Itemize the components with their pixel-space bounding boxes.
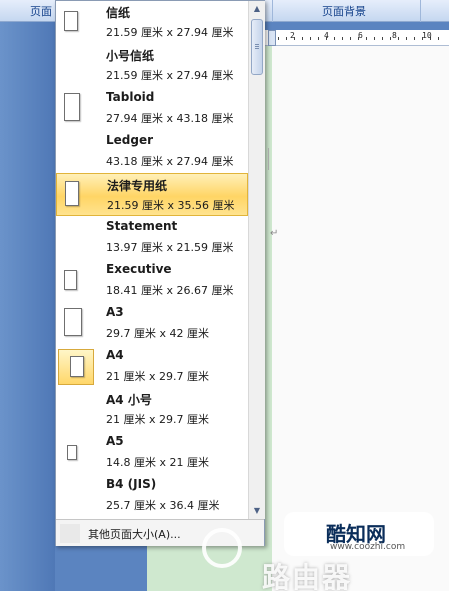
menu-scrollbar[interactable]: ▲ ▼: [248, 1, 265, 519]
portrait-page-icon: [70, 356, 84, 377]
portrait-page-icon: [64, 11, 78, 31]
page-size-item-a5[interactable]: A5 14.8 厘米 x 21 厘米: [56, 431, 248, 474]
page-size-dims: 21 厘米 x 29.7 厘米: [106, 413, 209, 426]
ribbon-separator: [420, 0, 421, 22]
paragraph-mark-icon: ↵: [270, 228, 279, 239]
page-size-item-tabloid[interactable]: Tabloid 27.94 厘米 x 43.18 厘米: [56, 87, 248, 130]
scroll-thumb[interactable]: [251, 19, 263, 75]
page-size-item-legal[interactable]: 法律专用纸 21.59 厘米 x 35.56 厘米: [56, 173, 248, 216]
page-size-item-ledger[interactable]: Ledger 43.18 厘米 x 27.94 厘米: [56, 130, 248, 173]
page-size-item-a4-small[interactable]: A4 小号 21 厘米 x 29.7 厘米: [56, 388, 248, 431]
portrait-page-icon: [64, 93, 80, 121]
ruler-number: 4: [324, 31, 329, 40]
page-size-name: Executive: [106, 262, 172, 276]
page-size-name: A4 小号: [106, 393, 152, 407]
watermark-big-text: 路由器: [262, 561, 353, 591]
text-cursor: [268, 148, 269, 170]
scroll-grip-icon: [255, 44, 259, 45]
page-size-name: 信纸: [106, 6, 131, 20]
portrait-page-icon: [64, 308, 82, 336]
watermark: 酷知网 www.coozhi.com 路由器: [200, 500, 449, 591]
scroll-up-arrow-icon[interactable]: ▲: [249, 1, 265, 17]
page-size-name: A3: [106, 305, 124, 319]
page-size-dims: 18.41 厘米 x 26.67 厘米: [106, 284, 234, 297]
page-size-name: Ledger: [106, 133, 154, 147]
page-size-name: Statement: [106, 219, 178, 233]
page-size-name: 小号信纸: [106, 49, 155, 63]
portrait-page-icon: [65, 181, 79, 206]
page-size-item-letter[interactable]: 信纸 21.59 厘米 x 27.94 厘米: [56, 1, 248, 44]
page-size-name: Tabloid: [106, 90, 155, 104]
page-size-dims: 13.97 厘米 x 21.59 厘米: [106, 241, 234, 254]
horizontal-ruler[interactable]: 2 4 6 8 10: [262, 30, 449, 46]
watermark-logo-icon: [202, 528, 242, 568]
page-size-dims: 21.59 厘米 x 27.94 厘米: [106, 26, 234, 39]
page-size-item-small-letter[interactable]: 小号信纸 21.59 厘米 x 27.94 厘米: [56, 44, 248, 87]
indent-marker-icon[interactable]: [268, 30, 276, 46]
page-size-item-statement[interactable]: Statement 13.97 厘米 x 21.59 厘米: [56, 216, 248, 259]
page-size-dims: 21.59 厘米 x 35.56 厘米: [107, 199, 235, 212]
ruler-number: 8: [392, 31, 397, 40]
page-size-dims: 29.7 厘米 x 42 厘米: [106, 327, 209, 340]
page-size-dims: 21 厘米 x 29.7 厘米: [106, 370, 209, 383]
portrait-page-icon: [64, 270, 77, 290]
menu-icon-gutter: [60, 524, 80, 543]
page-size-name: A4: [106, 348, 124, 362]
page-size-item-a4[interactable]: A4 21 厘米 x 29.7 厘米: [56, 345, 248, 388]
page-size-dims: 43.18 厘米 x 27.94 厘米: [106, 155, 234, 168]
ribbon-group-page-background[interactable]: 页面背景: [322, 3, 366, 19]
page-size-dims: 27.94 厘米 x 43.18 厘米: [106, 112, 234, 125]
more-page-sizes-label: 其他页面大小(A)...: [88, 528, 181, 541]
page-size-item-executive[interactable]: Executive 18.41 厘米 x 26.67 厘米: [56, 259, 248, 302]
ruler-number: 10: [422, 31, 432, 40]
watermark-url: www.coozhi.com: [330, 542, 406, 552]
ribbon-separator: [272, 0, 273, 22]
page-size-dims: 21.59 厘米 x 27.94 厘米: [106, 69, 234, 82]
ribbon-group-page-setup[interactable]: 页面: [30, 3, 52, 19]
page-size-dropdown: 信纸 21.59 厘米 x 27.94 厘米 小号信纸 21.59 厘米 x 2…: [55, 0, 265, 546]
page-size-name: 法律专用纸: [107, 179, 168, 193]
page-size-dims: 14.8 厘米 x 21 厘米: [106, 456, 209, 469]
ruler-number: 6: [358, 31, 363, 40]
page-size-item-a3[interactable]: A3 29.7 厘米 x 42 厘米: [56, 302, 248, 345]
portrait-page-icon: [67, 445, 77, 460]
page-size-name: A5: [106, 434, 124, 448]
ruler-number: 2: [290, 31, 295, 40]
page-size-name: B4 (JIS): [106, 477, 157, 491]
page-size-list: 信纸 21.59 厘米 x 27.94 厘米 小号信纸 21.59 厘米 x 2…: [56, 1, 248, 519]
left-navigation-pane: [0, 22, 55, 591]
